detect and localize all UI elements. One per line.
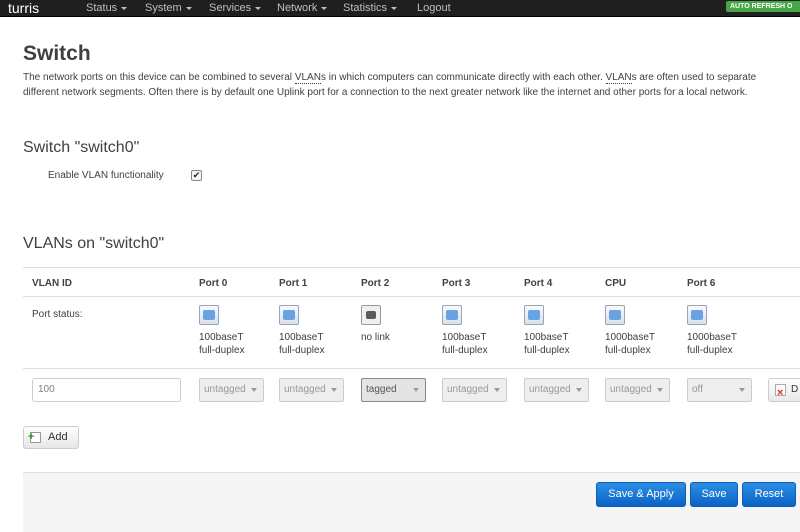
port-status-cpu: 1000baseT full-duplex — [605, 305, 680, 357]
nav-menu-statistics[interactable]: Statistics — [343, 2, 398, 15]
save-button[interactable]: Save — [690, 482, 738, 507]
auto-refresh-toggle[interactable]: AUTO REFRESH O — [726, 1, 800, 12]
chevron-down-icon — [255, 6, 262, 10]
port-speed: 100baseT — [442, 332, 487, 343]
port-duplex: full-duplex — [442, 345, 488, 356]
port-speed: 1000baseT — [687, 332, 738, 343]
switch-section-title: Switch "switch0" — [23, 139, 140, 156]
ethernet-link-icon — [605, 305, 625, 325]
ethernet-link-icon — [199, 305, 219, 325]
enable-vlan-label: Enable VLAN functionality — [48, 170, 164, 181]
page-title: Switch — [23, 42, 91, 65]
port-status-1: 100baseT full-duplex — [279, 305, 354, 357]
chevron-down-icon — [321, 6, 328, 10]
port-speed: no link — [361, 332, 390, 343]
vlan-id-input[interactable]: 100 — [32, 378, 181, 402]
chevron-down-icon — [121, 6, 128, 10]
vlan-table-header: VLAN ID Port 0 Port 1 Port 2 Port 3 Port… — [23, 267, 800, 297]
port-2-select[interactable]: tagged — [361, 378, 426, 402]
header-vlan-id: VLAN ID — [32, 278, 72, 289]
chevron-down-icon — [494, 388, 500, 392]
top-navbar: turris Status System Services Network St… — [0, 0, 800, 17]
chevron-down-icon — [391, 6, 398, 10]
add-icon — [28, 427, 41, 448]
row-separator — [23, 368, 800, 369]
nav-logout-link[interactable]: Logout — [417, 2, 451, 15]
ethernet-nolink-icon — [361, 305, 381, 325]
cpu-select[interactable]: untagged — [605, 378, 670, 402]
chevron-down-icon — [657, 388, 663, 392]
chevron-down-icon — [331, 388, 337, 392]
port-4-select[interactable]: untagged — [524, 378, 589, 402]
delete-vlan-button[interactable]: D — [768, 378, 800, 402]
port-3-select[interactable]: untagged — [442, 378, 507, 402]
ethernet-link-icon — [442, 305, 462, 325]
port-duplex: full-duplex — [605, 345, 651, 356]
port-duplex: full-duplex — [279, 345, 325, 356]
port-6-select[interactable]: off — [687, 378, 752, 402]
add-vlan-button[interactable]: Add — [23, 426, 79, 449]
header-port-0: Port 0 — [199, 278, 228, 289]
port-status-3: 100baseT full-duplex — [442, 305, 517, 357]
ethernet-link-icon — [524, 305, 544, 325]
page-description: The network ports on this device can be … — [23, 72, 757, 98]
chevron-down-icon — [576, 388, 582, 392]
port-duplex: full-duplex — [524, 345, 570, 356]
enable-vlan-checkbox[interactable]: ✔ — [191, 170, 202, 181]
header-cpu: CPU — [605, 278, 627, 289]
port-speed: 100baseT — [279, 332, 324, 343]
reset-button[interactable]: Reset — [742, 482, 796, 507]
header-port-1: Port 1 — [279, 278, 308, 289]
port-speed: 100baseT — [524, 332, 569, 343]
chevron-down-icon — [413, 388, 419, 392]
delete-icon — [775, 382, 786, 401]
port-speed: 1000baseT — [605, 332, 656, 343]
chevron-down-icon — [251, 388, 257, 392]
vlan-abbr: VLAN — [294, 72, 321, 84]
port-duplex: full-duplex — [687, 345, 733, 356]
port-0-select[interactable]: untagged — [199, 378, 264, 402]
header-port-6: Port 6 — [687, 278, 716, 289]
header-port-2: Port 2 — [361, 278, 390, 289]
port-duplex: full-duplex — [199, 345, 245, 356]
port-status-4: 100baseT full-duplex — [524, 305, 599, 357]
nav-menu-system[interactable]: System — [145, 2, 192, 15]
port-speed: 100baseT — [199, 332, 244, 343]
vlan-abbr: VLAN — [605, 72, 632, 84]
nav-menu-services[interactable]: Services — [209, 2, 262, 15]
port-1-select[interactable]: untagged — [279, 378, 344, 402]
vlans-section-title: VLANs on "switch0" — [23, 235, 165, 252]
port-status-2: no link — [361, 305, 436, 344]
port-status-0: 100baseT full-duplex — [199, 305, 274, 357]
brand-logo[interactable]: turris — [8, 0, 39, 16]
header-port-3: Port 3 — [442, 278, 471, 289]
ethernet-link-icon — [687, 305, 707, 325]
ethernet-link-icon — [279, 305, 299, 325]
save-apply-button[interactable]: Save & Apply — [596, 482, 686, 507]
nav-menu-network[interactable]: Network — [277, 2, 328, 15]
port-status-6: 1000baseT full-duplex — [687, 305, 762, 357]
nav-menu-status[interactable]: Status — [86, 2, 128, 15]
header-port-4: Port 4 — [524, 278, 553, 289]
chevron-down-icon — [739, 388, 745, 392]
chevron-down-icon — [185, 6, 192, 10]
port-status-label: Port status: — [32, 309, 83, 320]
